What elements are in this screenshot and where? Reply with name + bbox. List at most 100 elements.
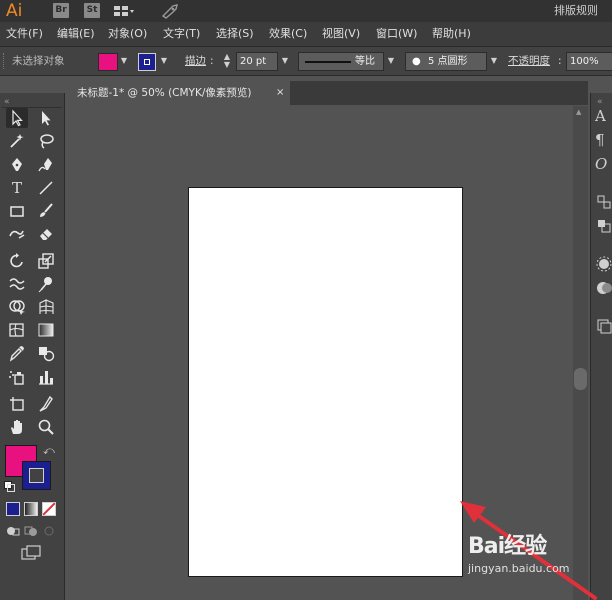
curvature-tool[interactable] xyxy=(35,155,57,175)
scale-tool[interactable] xyxy=(35,251,57,271)
gradient-tool[interactable] xyxy=(35,320,57,340)
lasso-tool[interactable] xyxy=(35,131,57,151)
pen-tool[interactable] xyxy=(6,155,28,175)
gradient-mode-button[interactable] xyxy=(24,502,38,516)
profile-label: 等比 xyxy=(355,56,375,67)
hand-tool[interactable] xyxy=(6,417,28,437)
variable-width-profile[interactable]: 等比 xyxy=(298,52,384,71)
illustrator-logo: Ai xyxy=(6,1,23,21)
menu-select[interactable]: 选择(S) xyxy=(216,22,254,46)
document-tab-bar: 未标题-1* @ 50% (CMYK/像素预览) × xyxy=(68,81,588,105)
tools-panel: « T ⤺ xyxy=(0,93,65,600)
pathfinder-panel-icon[interactable] xyxy=(595,217,612,235)
opacity-colon: : xyxy=(558,55,562,67)
opacity-input[interactable]: 100% xyxy=(570,53,599,70)
type-tool[interactable]: T xyxy=(6,178,28,198)
direct-selection-tool[interactable] xyxy=(35,108,57,128)
stroke-color-box[interactable] xyxy=(22,461,51,490)
paragraph-panel-icon[interactable]: ¶ xyxy=(595,131,612,149)
rotate-tool[interactable] xyxy=(6,251,28,271)
artboard-tool[interactable] xyxy=(6,394,28,414)
brush-dropdown-icon[interactable]: ▼ xyxy=(488,53,500,69)
expand-panels-icon[interactable]: « xyxy=(597,97,603,107)
menu-view[interactable]: 视图(V) xyxy=(322,22,360,46)
rectangle-tool[interactable] xyxy=(6,201,28,221)
graphic-styles-panel-icon[interactable] xyxy=(595,279,612,297)
none-mode-button[interactable] xyxy=(42,502,56,516)
stroke-weight-input[interactable]: 20 pt xyxy=(240,53,266,70)
stroke-stepper[interactable]: ▲ ▼ xyxy=(220,53,234,69)
selection-tool[interactable] xyxy=(6,108,28,128)
stroke-swatch[interactable] xyxy=(138,53,156,71)
menu-edit[interactable]: 编辑(E) xyxy=(57,22,95,46)
watermark-url: jingyan.baidu.com xyxy=(468,562,570,575)
opacity-label[interactable]: 不透明度 xyxy=(508,47,550,75)
warp-tool[interactable] xyxy=(6,274,28,294)
align-panel-icon[interactable] xyxy=(595,193,612,211)
menu-window[interactable]: 窗口(W) xyxy=(376,22,417,46)
column-graph-tool[interactable] xyxy=(35,367,57,387)
character-panel-icon[interactable]: A xyxy=(595,107,612,125)
gpu-performance-button[interactable] xyxy=(160,3,180,19)
stroke-colon: : xyxy=(210,55,214,67)
slice-tool[interactable] xyxy=(35,394,57,414)
screen-mode-icon xyxy=(21,545,41,560)
opentype-panel-icon[interactable]: O xyxy=(595,155,612,173)
line-tool[interactable] xyxy=(35,178,57,198)
color-mode-button[interactable] xyxy=(6,502,20,516)
fill-dropdown-icon[interactable]: ▼ xyxy=(118,53,130,69)
appearance-panel-icon[interactable] xyxy=(595,255,612,273)
mesh-tool[interactable] xyxy=(6,320,28,340)
draw-behind-button[interactable] xyxy=(24,525,38,537)
magic-wand-tool[interactable] xyxy=(6,131,28,151)
menu-effect[interactable]: 效果(C) xyxy=(269,22,307,46)
zoom-tool[interactable] xyxy=(35,417,57,437)
bridge-button[interactable]: Br xyxy=(53,3,69,18)
document-tab-title: 未标题-1* @ 50% (CMYK/像素预览) xyxy=(77,87,252,99)
scroll-up-icon[interactable]: ▲ xyxy=(576,108,581,116)
symbol-sprayer-tool[interactable] xyxy=(6,367,28,387)
puppet-warp-tool[interactable] xyxy=(35,274,57,294)
baidu-watermark: Bai经验 jingyan.baidu.com xyxy=(468,528,570,575)
shaper-tool[interactable] xyxy=(6,224,28,244)
menu-bar: 文件(F) 编辑(E) 对象(O) 文字(T) 选择(S) 效果(C) 视图(V… xyxy=(0,22,612,47)
artboard[interactable] xyxy=(188,187,463,577)
eraser-tool[interactable] xyxy=(35,224,57,244)
watermark-logo: Bai经验 xyxy=(468,534,547,559)
rocket-icon xyxy=(161,4,178,19)
fill-swatch[interactable] xyxy=(98,53,118,71)
eyedropper-tool[interactable] xyxy=(6,343,28,363)
close-tab-icon[interactable]: × xyxy=(276,81,284,105)
swap-fill-stroke-icon[interactable]: ⤺ xyxy=(43,444,55,458)
stroke-weight-dropdown-icon[interactable]: ▼ xyxy=(279,53,291,69)
shape-builder-tool[interactable] xyxy=(6,297,28,317)
menu-object[interactable]: 对象(O) xyxy=(108,22,147,46)
blend-tool[interactable] xyxy=(35,343,57,363)
selection-status: 未选择对象 xyxy=(12,55,65,67)
perspective-grid-tool[interactable] xyxy=(35,297,57,317)
control-bar-grip[interactable] xyxy=(3,53,7,69)
collapse-panel-icon[interactable]: « xyxy=(4,97,10,107)
stroke-label[interactable]: 描边 xyxy=(185,47,206,75)
title-bar: Ai Br St 排版规则 xyxy=(0,0,612,22)
layers-panel-icon[interactable] xyxy=(595,317,612,335)
default-fill-stroke-icon[interactable] xyxy=(4,481,15,492)
draw-normal-button[interactable] xyxy=(6,525,20,537)
scrollbar-thumb[interactable] xyxy=(574,368,587,390)
grid-layout-icon xyxy=(114,6,134,16)
paintbrush-tool[interactable] xyxy=(35,201,57,221)
control-bar: 未选择对象 ▼ ▼ 描边 : ▲ ▼ 20 pt ▼ 等比 ▼ ● 5 点圆形 ▼… xyxy=(0,47,612,76)
profile-dropdown-icon[interactable]: ▼ xyxy=(385,53,397,69)
arrange-documents-button[interactable] xyxy=(113,4,135,18)
brush-label: 5 点圆形 xyxy=(428,56,468,67)
document-tab[interactable]: 未标题-1* @ 50% (CMYK/像素预览) × xyxy=(68,81,290,105)
brush-definition[interactable]: ● 5 点圆形 xyxy=(405,52,487,71)
stroke-dropdown-icon[interactable]: ▼ xyxy=(158,53,170,69)
stock-button[interactable]: St xyxy=(84,3,100,18)
menu-help[interactable]: 帮助(H) xyxy=(432,22,471,46)
menu-type[interactable]: 文字(T) xyxy=(163,22,200,46)
screen-mode-button[interactable] xyxy=(21,545,43,561)
menu-file[interactable]: 文件(F) xyxy=(6,22,43,46)
workspace-switcher[interactable]: 排版规则 xyxy=(554,0,598,22)
draw-inside-button[interactable] xyxy=(42,525,56,537)
